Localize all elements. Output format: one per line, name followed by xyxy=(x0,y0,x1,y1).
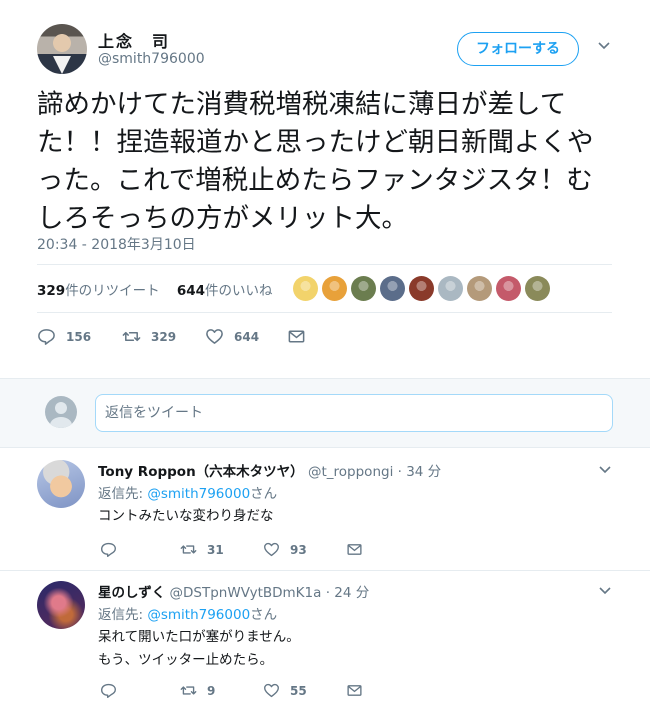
liker-avatars xyxy=(293,276,550,302)
reply-to-suffix: さん xyxy=(250,486,278,502)
like-count: 93 xyxy=(290,542,307,557)
retweets-count: 329 xyxy=(37,283,66,299)
heart-icon xyxy=(206,329,223,344)
retweet-action[interactable]: 9 xyxy=(180,682,215,699)
likes-count: 644 xyxy=(176,283,206,299)
reply-header: 星のしずく @DSTpnWVytBDmK1a · 24 分 xyxy=(98,581,369,601)
like-action[interactable]: 644 xyxy=(205,327,259,346)
envelope-icon xyxy=(288,330,305,343)
reply-to-line: 返信先: @smith796000さん xyxy=(98,482,277,502)
tweet-header: 上念 司 @smith796000 フォローする xyxy=(37,24,627,76)
reply-header: Tony Roppon（六本木タツヤ） @t_roppongi · 34 分 xyxy=(98,460,441,480)
reply-item[interactable]: 星のしずく @DSTpnWVytBDmK1a · 24 分 返信先: @smit… xyxy=(0,581,650,701)
like-action[interactable]: 55 xyxy=(263,682,307,699)
liker-avatar[interactable] xyxy=(409,276,434,301)
liker-avatar[interactable] xyxy=(351,276,376,301)
reply-time[interactable]: · 34 分 xyxy=(398,464,442,480)
retweet-icon xyxy=(180,545,197,554)
reply-to-line: 返信先: @smith796000さん xyxy=(98,603,277,623)
retweet-action[interactable]: 31 xyxy=(180,541,224,558)
reply-body-line: もう、ツイッター止めたら。 xyxy=(98,652,274,668)
direct-message-action[interactable] xyxy=(346,541,363,558)
direct-message-action[interactable] xyxy=(287,327,306,346)
reply-action[interactable] xyxy=(100,682,117,699)
reply-to-mention[interactable]: @smith796000 xyxy=(147,607,250,623)
retweet-count: 31 xyxy=(207,542,224,557)
reply-author-handle[interactable]: @DSTpnWVytBDmK1a xyxy=(170,585,322,601)
chevron-down-icon[interactable] xyxy=(598,583,612,597)
engagement-stats: 329件のリツイート 644件のいいね xyxy=(37,279,273,299)
retweet-count: 329 xyxy=(151,329,177,344)
reply-body: 呆れて開いた口が塞がりません。 もう、ツイッター止めたら。 xyxy=(98,626,300,672)
like-count: 644 xyxy=(234,329,260,344)
heart-icon xyxy=(264,542,279,557)
reply-body-line: 呆れて開いた口が塞がりません。 xyxy=(98,629,300,645)
reply-input[interactable]: 返信をツイート xyxy=(95,394,613,432)
retweets-stat[interactable]: 329件のリツイート xyxy=(37,283,160,299)
retweet-count: 9 xyxy=(207,683,216,698)
reply-icon xyxy=(101,683,116,698)
retweet-icon xyxy=(180,686,197,695)
reply-author-avatar[interactable] xyxy=(37,460,85,508)
envelope-icon xyxy=(347,544,362,555)
reply-to-label: 返信先: xyxy=(98,486,148,502)
reply-to-suffix: さん xyxy=(250,607,278,623)
reply-composer: 返信をツイート xyxy=(0,378,650,448)
liker-avatar[interactable] xyxy=(380,276,405,301)
author-avatar[interactable] xyxy=(37,24,87,74)
retweet-action[interactable]: 329 xyxy=(122,327,176,346)
like-count: 55 xyxy=(290,683,307,698)
follow-button[interactable]: フォローする xyxy=(457,32,579,66)
author-handle[interactable]: @smith796000 xyxy=(98,51,205,67)
likes-stat[interactable]: 644件のいいね xyxy=(177,283,273,299)
liker-avatar[interactable] xyxy=(467,276,492,301)
reply-icon xyxy=(101,542,116,557)
chevron-down-icon[interactable] xyxy=(597,38,611,52)
divider xyxy=(37,312,612,313)
reply-author-name[interactable]: 星のしずく xyxy=(98,585,165,601)
divider xyxy=(37,264,612,265)
retweet-icon xyxy=(122,331,141,342)
reply-author-avatar[interactable] xyxy=(37,581,85,629)
liker-avatar[interactable] xyxy=(438,276,463,301)
current-user-avatar xyxy=(45,396,77,428)
retweets-label: 件のリツイート xyxy=(65,283,160,299)
divider xyxy=(0,570,650,571)
direct-message-action[interactable] xyxy=(346,682,363,699)
likes-label: 件のいいね xyxy=(205,283,273,299)
reply-to-mention[interactable]: @smith796000 xyxy=(147,486,250,502)
reply-time[interactable]: · 24 分 xyxy=(326,585,370,601)
reply-body: コントみたいな変わり身だな xyxy=(98,505,274,528)
liker-avatar[interactable] xyxy=(496,276,521,301)
reply-body-line: コントみたいな変わり身だな xyxy=(98,508,274,524)
liker-avatar[interactable] xyxy=(322,276,347,301)
chevron-down-icon[interactable] xyxy=(598,462,612,476)
reply-to-label: 返信先: xyxy=(98,607,148,623)
liker-avatar[interactable] xyxy=(293,276,318,301)
heart-icon xyxy=(264,683,279,698)
reply-count: 156 xyxy=(66,329,92,344)
envelope-icon xyxy=(347,685,362,696)
reply-action[interactable] xyxy=(100,541,117,558)
reply-item[interactable]: Tony Roppon（六本木タツヤ） @t_roppongi · 34 分 返… xyxy=(0,460,650,568)
reply-action[interactable]: 156 xyxy=(37,327,91,346)
reply-author-handle[interactable]: @t_roppongi xyxy=(308,464,393,480)
liker-avatar[interactable] xyxy=(525,276,550,301)
reply-icon xyxy=(38,329,55,345)
reply-author-name[interactable]: Tony Roppon（六本木タツヤ） xyxy=(98,464,304,480)
author-name[interactable]: 上念 司 xyxy=(98,28,170,52)
tweet-timestamp[interactable]: 20:34 - 2018年3月10日 xyxy=(37,234,196,254)
tweet-text: 諦めかけてた消費税増税凍結に薄日が差してた！！捏造報道かと思ったけど朝日新聞よく… xyxy=(37,89,594,234)
like-action[interactable]: 93 xyxy=(263,541,307,558)
